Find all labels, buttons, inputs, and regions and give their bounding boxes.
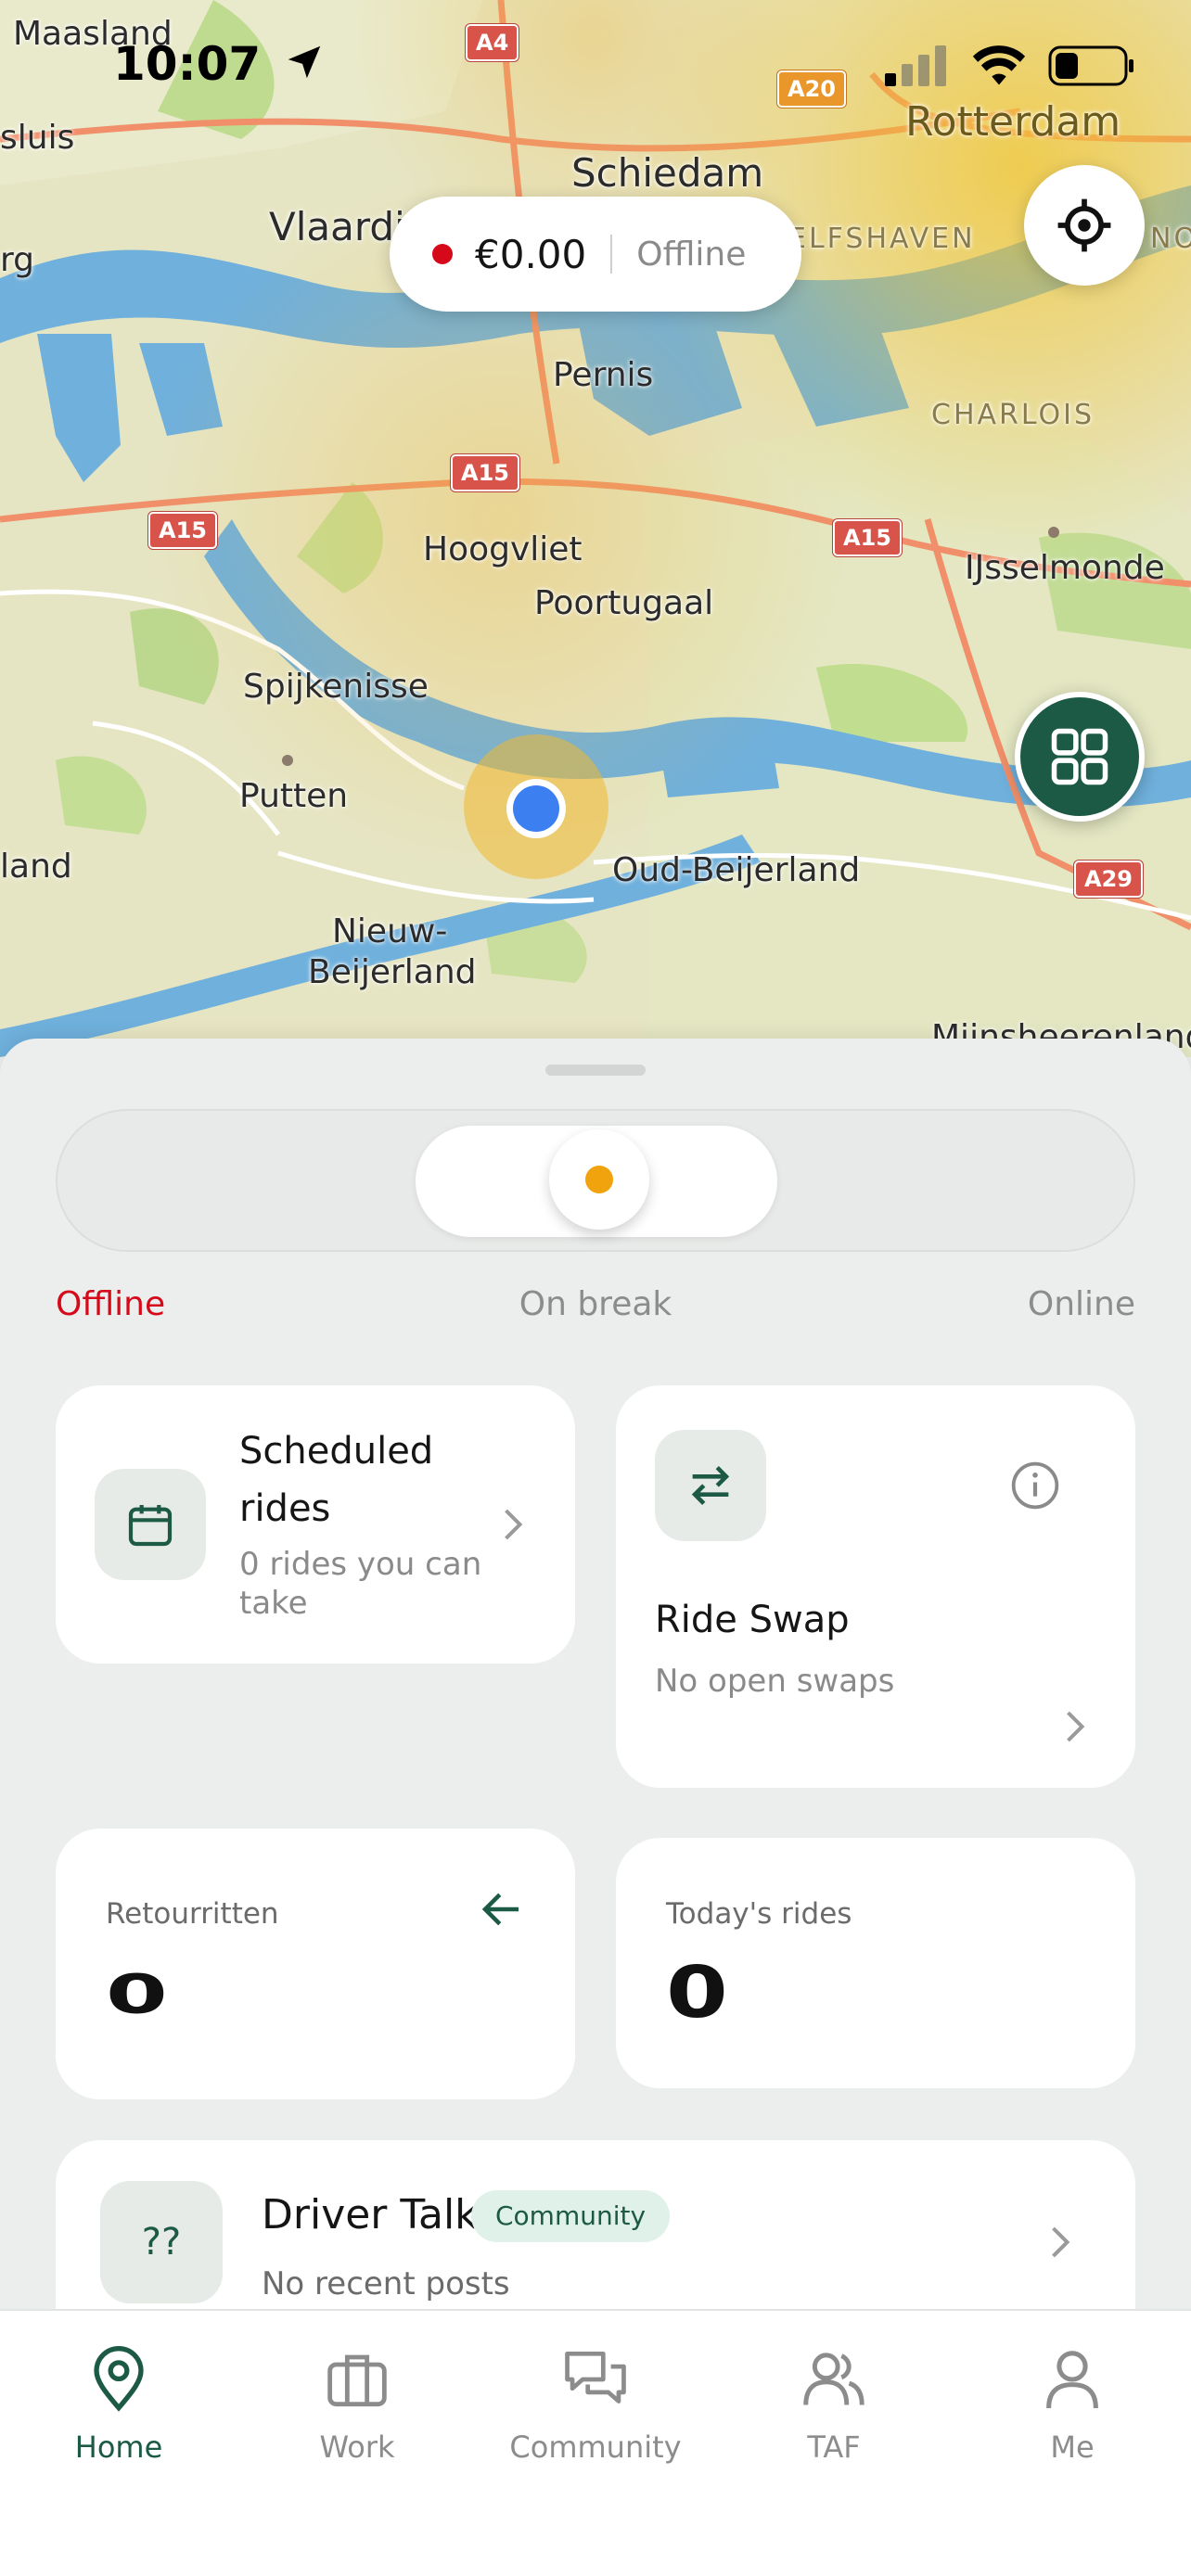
stat-value: 0 — [666, 1950, 728, 2034]
icon-tile — [95, 1469, 206, 1580]
map-place-label: IJsselmonde — [965, 549, 1165, 587]
user-icon — [1046, 2351, 1098, 2409]
tab-label: TAF — [807, 2429, 861, 2465]
card-subtitle: No open swaps — [655, 1663, 895, 1700]
map-view[interactable]: Maasland Rotterdam Schiedam Vlaardi slui… — [0, 0, 1191, 1057]
tab-label: Community — [509, 2429, 682, 2465]
chevron-right-icon — [1067, 1711, 1085, 1742]
status-time-text: 10:07 — [113, 37, 262, 91]
return-rides-card[interactable]: Retourritten 0 — [56, 1829, 575, 2099]
card-title: Scheduled rides — [239, 1430, 434, 1530]
status-time: 10:07 — [113, 37, 326, 91]
tab-bar: Home Work Community TAF Me — [0, 2309, 1191, 2576]
mode-online-label[interactable]: Online — [1028, 1285, 1135, 1323]
card-subtitle: 0 rides you can take — [239, 1546, 482, 1622]
road-shield: A29 — [1074, 861, 1143, 898]
map-place-label: rg — [0, 241, 35, 279]
map-place-label: Pernis — [553, 356, 654, 394]
map-pin-icon — [94, 2346, 144, 2412]
bottom-sheet: Offline On break Online Scheduled rides … — [0, 1039, 1191, 2381]
earnings-status: Offline — [636, 235, 747, 274]
stat-label: Today's rides — [666, 1897, 852, 1931]
card-subtitle: No recent posts — [262, 2265, 510, 2302]
earnings-amount: €0.00 — [475, 231, 587, 277]
todays-rides-card[interactable]: Today's rides 0 — [616, 1838, 1135, 2088]
battery-icon — [1048, 45, 1133, 86]
divider — [610, 235, 613, 274]
grid-icon — [1051, 728, 1108, 785]
map-place-label: land — [0, 848, 72, 886]
tab-label: Home — [74, 2429, 163, 2465]
chat-bubbles-icon — [565, 2351, 626, 2404]
recenter-location-button[interactable] — [1024, 165, 1145, 286]
road-shield: A15 — [833, 519, 902, 556]
tab-taf[interactable]: TAF — [741, 2342, 927, 2465]
sheet-drag-handle[interactable] — [545, 1065, 646, 1076]
apps-grid-button[interactable] — [1015, 692, 1145, 822]
tab-me[interactable]: Me — [980, 2342, 1165, 2465]
map-district-label: NO — [1150, 223, 1191, 255]
map-district-label: CHARLOIS — [931, 399, 1095, 431]
tab-work[interactable]: Work — [264, 2342, 450, 2465]
users-icon — [803, 2353, 864, 2405]
mode-break-label[interactable]: On break — [0, 1285, 1191, 1323]
map-place-label: Vlaardi — [269, 204, 405, 249]
status-dot — [432, 244, 453, 264]
map-place-label: sluis — [0, 119, 75, 157]
tab-community[interactable]: Community — [503, 2342, 688, 2465]
calendar-icon — [128, 1505, 173, 1547]
toggle-knob[interactable] — [549, 1129, 649, 1230]
map-district-label: ELFSHAVEN — [788, 223, 976, 255]
location-arrow-icon — [288, 45, 320, 79]
cellular-signal-icon — [885, 45, 946, 86]
community-badge: Community — [471, 2190, 671, 2242]
road-shield: A4 — [466, 24, 519, 61]
tab-home[interactable]: Home — [26, 2342, 211, 2465]
card-title: Ride Swap — [655, 1599, 850, 1641]
road-shield: A20 — [777, 70, 846, 108]
chevron-right-icon — [505, 1509, 523, 1540]
break-status-dot — [585, 1166, 613, 1193]
map-place-label: Oud-Beijerland — [612, 851, 861, 889]
icon-tile — [655, 1430, 766, 1541]
scheduled-rides-card[interactable]: Scheduled rides 0 rides you can take — [56, 1385, 575, 1664]
stat-label: Retourritten — [106, 1897, 279, 1931]
map-place-label: Spijkenisse — [243, 668, 429, 706]
map-place-label: Schiedam — [571, 150, 764, 196]
chevron-right-icon — [1052, 2226, 1070, 2258]
stat-value: 0 — [106, 1963, 168, 2026]
crosshair-icon — [1057, 198, 1111, 252]
road-shield: A15 — [451, 454, 519, 491]
swap-arrows-icon — [691, 1466, 730, 1505]
tab-label: Me — [1050, 2429, 1095, 2465]
app-root: Maasland Rotterdam Schiedam Vlaardi slui… — [0, 0, 1191, 2576]
map-place-label: Rotterdam — [905, 98, 1121, 146]
icon-tile: ?? — [100, 2181, 223, 2303]
map-place-label: Beijerland — [308, 953, 477, 991]
card-title: Driver Talk — [262, 2191, 479, 2238]
wifi-icon — [972, 45, 1026, 85]
briefcase-icon — [327, 2354, 387, 2407]
map-place-label: Nieuw- — [332, 912, 448, 950]
info-icon[interactable] — [1009, 1460, 1061, 1511]
map-place-label: Hoogvliet — [423, 530, 583, 568]
map-place-label: Putten — [239, 777, 349, 815]
road-shield: A15 — [148, 512, 217, 549]
map-place-label: Poortugaal — [534, 584, 714, 622]
arrow-left-icon — [481, 1893, 519, 1926]
ride-swap-card[interactable]: Ride Swap No open swaps — [616, 1385, 1135, 1788]
availability-toggle[interactable] — [56, 1109, 1135, 1252]
earnings-pill[interactable]: €0.00 Offline — [390, 197, 801, 312]
status-icons — [885, 45, 1135, 87]
tab-label: Work — [319, 2429, 395, 2465]
